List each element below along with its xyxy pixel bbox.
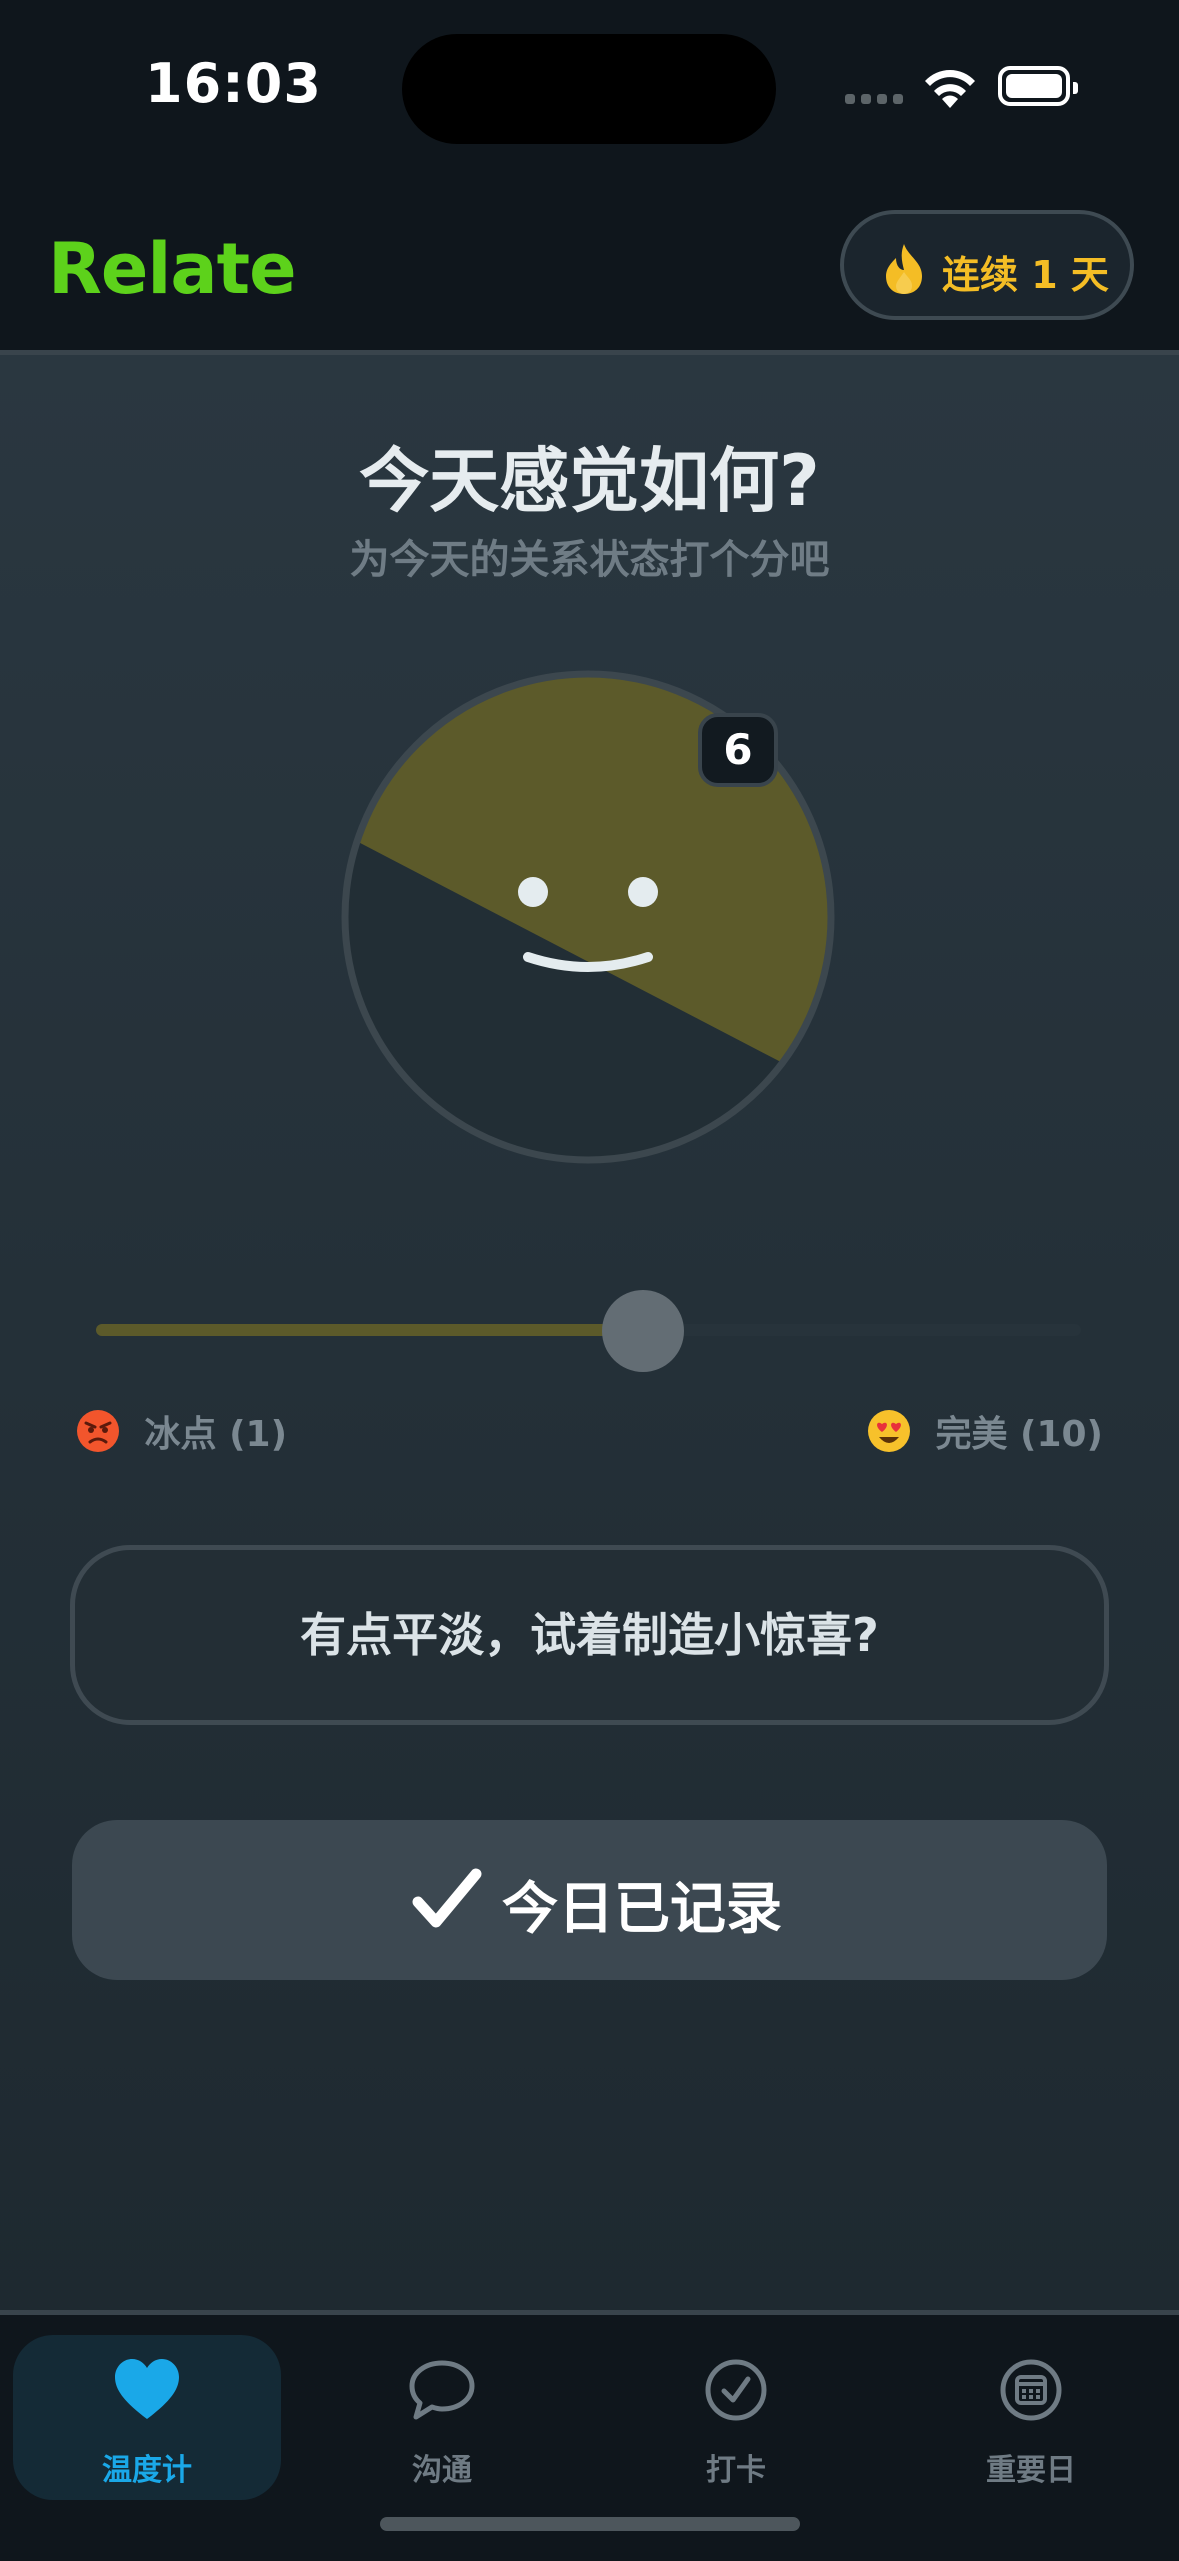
tab-thermometer[interactable]: 温度计 <box>13 2335 281 2500</box>
mood-slider[interactable] <box>96 1290 1081 1372</box>
battery-icon <box>998 66 1078 106</box>
mood-panel: 今天感觉如何? 为今天的关系状态打个分吧 6 冰点 (1) 完美 (10) 有点… <box>0 355 1179 2310</box>
heart-eyes-face-icon <box>867 1410 910 1452</box>
dynamic-island <box>402 34 776 144</box>
slider-fill <box>96 1324 644 1336</box>
slider-thumb[interactable] <box>602 1290 685 1372</box>
wifi-icon <box>925 70 975 108</box>
score-badge: 6 <box>698 713 778 787</box>
check-circle-icon <box>705 2359 767 2421</box>
tab-checkin[interactable]: 打卡 <box>602 2335 870 2500</box>
chat-bubble-icon <box>409 2360 475 2420</box>
record-button-label: 今日已记录 <box>502 1877 782 1942</box>
home-indicator <box>380 2517 800 2531</box>
flame-icon <box>886 244 922 294</box>
calendar-icon <box>1000 2359 1062 2421</box>
angry-face-icon <box>77 1410 119 1452</box>
tab-label: 打卡 <box>706 2453 766 2488</box>
page-subtitle: 为今天的关系状态打个分吧 <box>349 537 830 583</box>
app-header: Relate 连续 1 天 <box>0 190 1179 355</box>
range-max-text: 完美 (10) <box>935 1414 1103 1455</box>
range-min-text: 冰点 (1) <box>144 1414 288 1455</box>
streak-label: 连续 1 天 <box>942 253 1109 297</box>
streak-badge[interactable]: 连续 1 天 <box>840 210 1134 320</box>
status-bar: 16:03 <box>0 0 1179 190</box>
app-brand: Relate <box>48 228 297 310</box>
mood-hint: 有点平淡，试着制造小惊喜? <box>70 1545 1109 1725</box>
tab-important-days[interactable]: 重要日 <box>897 2335 1165 2500</box>
record-button[interactable]: 今日已记录 <box>72 1820 1107 1980</box>
tab-communication[interactable]: 沟通 <box>308 2335 576 2500</box>
page-title: 今天感觉如何? <box>359 440 820 522</box>
cellular-signal-icon <box>845 94 905 106</box>
tab-label: 温度计 <box>102 2453 192 2488</box>
heart-icon <box>115 2359 179 2419</box>
range-max-label: 完美 (10) <box>867 1405 1103 1455</box>
tab-label: 重要日 <box>986 2453 1076 2488</box>
status-time: 16:03 <box>145 52 322 115</box>
tab-label: 沟通 <box>412 2453 472 2488</box>
range-min-label: 冰点 (1) <box>76 1405 288 1455</box>
checkmark-icon <box>412 1868 482 1928</box>
